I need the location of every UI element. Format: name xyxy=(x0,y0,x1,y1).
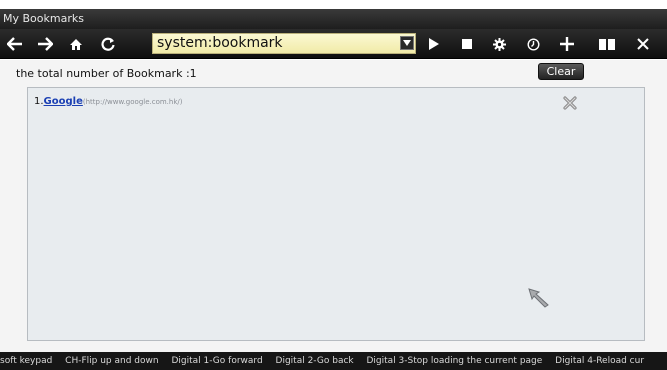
bookmark-index: 1. xyxy=(34,96,44,107)
mouse-pointer-icon xyxy=(528,288,550,312)
play-icon[interactable] xyxy=(421,29,447,59)
hint-channel: CH-Flip up and down xyxy=(65,356,159,366)
bookmark-list: 1.Google(http://www.google.com.hk/) xyxy=(27,87,645,341)
hint-digit-2: Digital 2-Go back xyxy=(275,356,354,366)
add-plus-icon[interactable] xyxy=(554,29,580,59)
key-hints-bar: soft keypad CH-Flip up and down Digital … xyxy=(0,352,667,370)
bookmarks-book-icon[interactable] xyxy=(594,29,620,59)
clock-icon[interactable] xyxy=(520,29,546,59)
bookmark-url: (http://www.google.com.hk/) xyxy=(82,98,183,106)
hint-digit-4: Digital 4-Reload cur xyxy=(555,356,645,366)
hint-soft-keypad: soft keypad xyxy=(0,356,53,366)
refresh-icon[interactable] xyxy=(95,29,121,59)
forward-arrow-icon[interactable] xyxy=(32,29,58,59)
settings-gear-icon[interactable] xyxy=(486,29,512,59)
window-title: My Bookmarks xyxy=(0,9,667,29)
dropdown-icon[interactable] xyxy=(400,36,414,50)
address-bar xyxy=(152,33,416,54)
browser-toolbar xyxy=(0,29,667,59)
bookmark-count-label: the total number of Bookmark :1 xyxy=(16,67,197,80)
home-icon[interactable] xyxy=(63,29,89,59)
back-arrow-icon[interactable] xyxy=(2,29,28,59)
stop-icon[interactable] xyxy=(454,29,480,59)
delete-bookmark-icon[interactable] xyxy=(563,95,577,110)
url-input[interactable] xyxy=(153,34,399,53)
hint-digit-3: Digital 3-Stop loading the current page xyxy=(366,356,543,366)
clear-button[interactable]: Clear xyxy=(538,63,584,80)
bookmarks-page: the total number of Bookmark :1 Clear 1.… xyxy=(0,60,667,352)
close-x-icon[interactable] xyxy=(630,29,656,59)
list-item: 1.Google(http://www.google.com.hk/) xyxy=(34,96,183,107)
bookmark-link[interactable]: Google xyxy=(44,96,83,107)
hint-digit-1: Digital 1-Go forward xyxy=(171,356,263,366)
